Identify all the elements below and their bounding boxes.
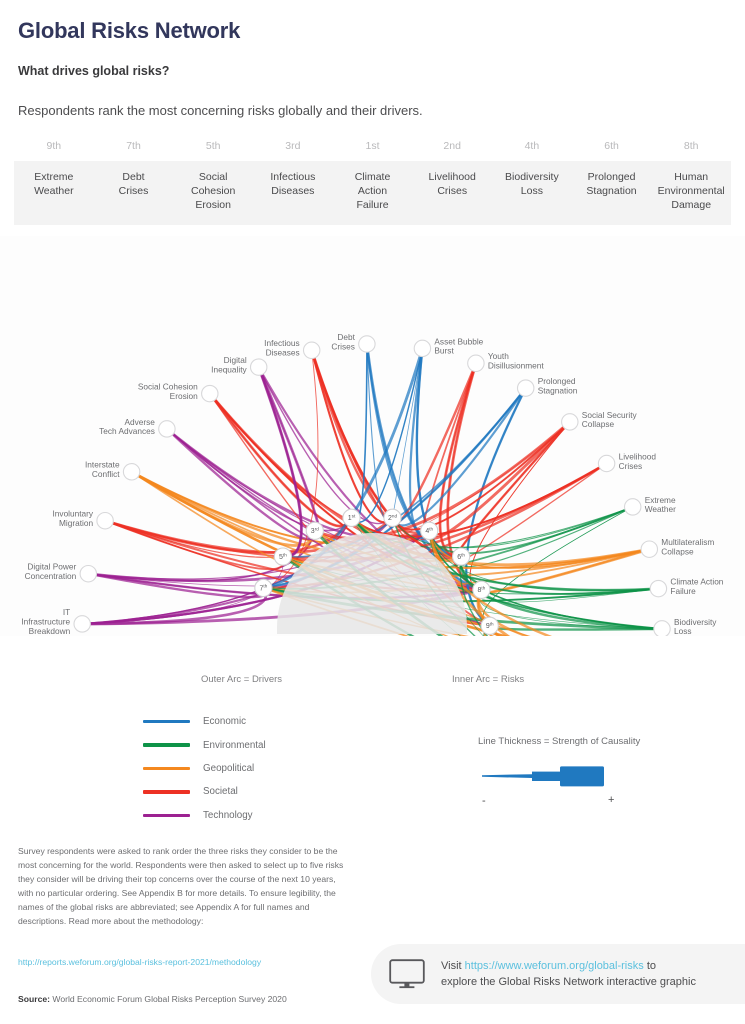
visit-line2: explore the Global Risks Network interac… — [441, 976, 696, 988]
node-circle — [623, 498, 642, 516]
legend-color-swatch — [143, 790, 190, 794]
arc-legend-graphic — [0, 660, 745, 704]
legend-category-item: Societal — [143, 780, 266, 803]
source-text: World Economic Forum Global Risks Percep… — [50, 994, 287, 1004]
node-circle — [640, 540, 659, 558]
monitor-icon — [389, 959, 425, 989]
node-circle — [516, 379, 535, 397]
node-circle — [413, 339, 432, 358]
subtitle: What drives global risks? — [18, 64, 170, 78]
rank-header-row: 9th 7th 5th 3rd 1st 2nd 4th 6th 8th — [14, 140, 731, 161]
outer-node-label: Involuntary Migration — [53, 509, 94, 528]
rank-cell: 6th — [604, 140, 619, 152]
lede-text: Respondents rank the most concerning ris… — [18, 103, 423, 118]
node-circle — [122, 463, 141, 481]
risk-name-row: Extreme Weather Debt Crises Social Cohesion Er… — [14, 161, 731, 225]
risk-name-cell: Livelihood Crises — [428, 171, 476, 197]
legend-category-item: Geopolitical — [143, 757, 266, 780]
legend-category-label: Technology — [203, 809, 253, 821]
legend-outer-arc-label: Outer Arc = Drivers — [201, 674, 283, 685]
legend-color-swatch — [143, 813, 190, 817]
node-circle — [79, 564, 98, 583]
node-circle — [302, 341, 321, 360]
thickness-max-label: + — [608, 794, 615, 806]
outer-node-label: Digital Power Concentration — [25, 562, 77, 581]
rank-cell: 8th — [683, 140, 699, 152]
legend-inner-arc-label: Inner Arc = Risks — [452, 674, 525, 685]
rank-cell: 3rd — [285, 140, 301, 152]
visit-link[interactable]: https://www.weforum.org/global-risks — [465, 960, 644, 972]
visit-text: Visit https://www.weforum.org/global-ris… — [441, 958, 696, 991]
node-circle — [96, 511, 114, 530]
inner-arc-node-rank-1[interactable]: 1st — [342, 508, 361, 527]
rank-table: 9th 7th 5th 3rd 1st 2nd 4th 6th 8th Extreme Weath… — [14, 140, 731, 225]
risk-name-cell: Infectious Diseases — [270, 171, 316, 197]
outer-node-label: Prolonged Stagnation — [538, 376, 578, 395]
legend-category-item: Environmental — [143, 733, 266, 756]
rank-cell: 7th — [126, 140, 141, 152]
risk-name-cell: Extreme Weather — [34, 171, 74, 197]
legend-category-label: Societal — [203, 786, 238, 798]
risk-name-cell: Social Cohesion Erosion — [190, 171, 236, 211]
rank-cell: 2nd — [443, 140, 461, 152]
risk-name-cell: Biodiversity Loss — [505, 171, 559, 197]
category-legend: Economic Environmental Geopolitical Societa… — [143, 710, 266, 827]
risk-name-cell: Prolonged Stagnation — [586, 171, 637, 197]
source-label: Source: — [18, 994, 50, 1004]
thickness-legend-title: Line Thickness = Strength of Causality — [478, 736, 641, 747]
rank-cell: 1st — [365, 140, 380, 152]
page-title: Global Risks Network — [18, 18, 241, 43]
legend-color-swatch — [143, 720, 190, 724]
node-circle — [201, 384, 219, 403]
thickness-wedge-graphic — [482, 766, 604, 787]
thickness-scale-labels: - + — [482, 794, 622, 809]
thickness-legend: Line Thickness = Strength of Causality -… — [478, 736, 728, 809]
legend-category-label: Geopolitical — [203, 762, 255, 774]
rank-cell: 4th — [524, 140, 540, 152]
node-circle — [467, 354, 485, 373]
risk-name-cell: Debt Crises — [118, 171, 149, 197]
inner-arc-node-rank-7[interactable]: 7th — [254, 578, 273, 598]
legend-category-label: Economic — [203, 716, 247, 728]
visit-prefix: Visit — [441, 959, 465, 972]
outer-node-label: Extreme Weather — [645, 495, 676, 514]
global-risks-network-diagram[interactable]: 1st 2nd 3rd 4th 5th 6th 7th 8th 9th IT Infrastruc… — [0, 236, 745, 636]
inner-arc-node-rank-4[interactable]: 4th — [420, 521, 439, 540]
node-circle — [358, 335, 376, 353]
thickness-min-label: - — [482, 795, 486, 807]
legend-category-item: Technology — [143, 804, 266, 827]
legend-category-item: Economic — [143, 710, 266, 733]
rank-cell: 5th — [205, 140, 221, 152]
visit-callout[interactable]: Visit https://www.weforum.org/global-ris… — [371, 944, 745, 1004]
inner-arc-node-rank-6[interactable]: 6th — [451, 547, 471, 566]
inner-arc-node-rank-2[interactable]: 2nd — [383, 508, 402, 527]
legend-color-swatch — [143, 743, 190, 747]
source-line: Source: World Economic Forum Global Risk… — [18, 994, 287, 1004]
node-circle — [649, 579, 668, 598]
legend-color-swatch — [143, 766, 190, 771]
visit-suffix: to — [643, 959, 656, 972]
methodology-note: Survey respondents were asked to rank or… — [18, 846, 344, 926]
node-circle — [561, 413, 579, 431]
inner-arc-node-rank-9[interactable]: 9th — [480, 616, 499, 635]
node-circle — [653, 620, 671, 636]
risk-name-cell: Climate Action Failure — [354, 171, 391, 211]
node-circle — [249, 358, 268, 376]
inner-arc-node-rank-3[interactable]: 3rd — [305, 521, 324, 540]
rank-cell: 9th — [46, 140, 62, 152]
node-circle — [597, 454, 616, 473]
methodology-link[interactable]: http://reports.weforum.org/global-risks-… — [18, 957, 261, 967]
inner-arc-node-rank-5[interactable]: 5th — [273, 547, 293, 566]
outer-node-label: Infectious Diseases — [264, 338, 300, 357]
node-circle — [73, 615, 91, 633]
risk-name-cell: Human Environmental Damage — [657, 171, 725, 211]
network-svg: 1st 2nd3rd 4th5th 6th7th8th9th IT Infrastruc… — [0, 236, 745, 636]
legend-category-label: Environmental — [203, 739, 266, 751]
node-circle — [158, 420, 176, 438]
inner-arc-node-rank-8[interactable]: 8th — [472, 580, 491, 599]
